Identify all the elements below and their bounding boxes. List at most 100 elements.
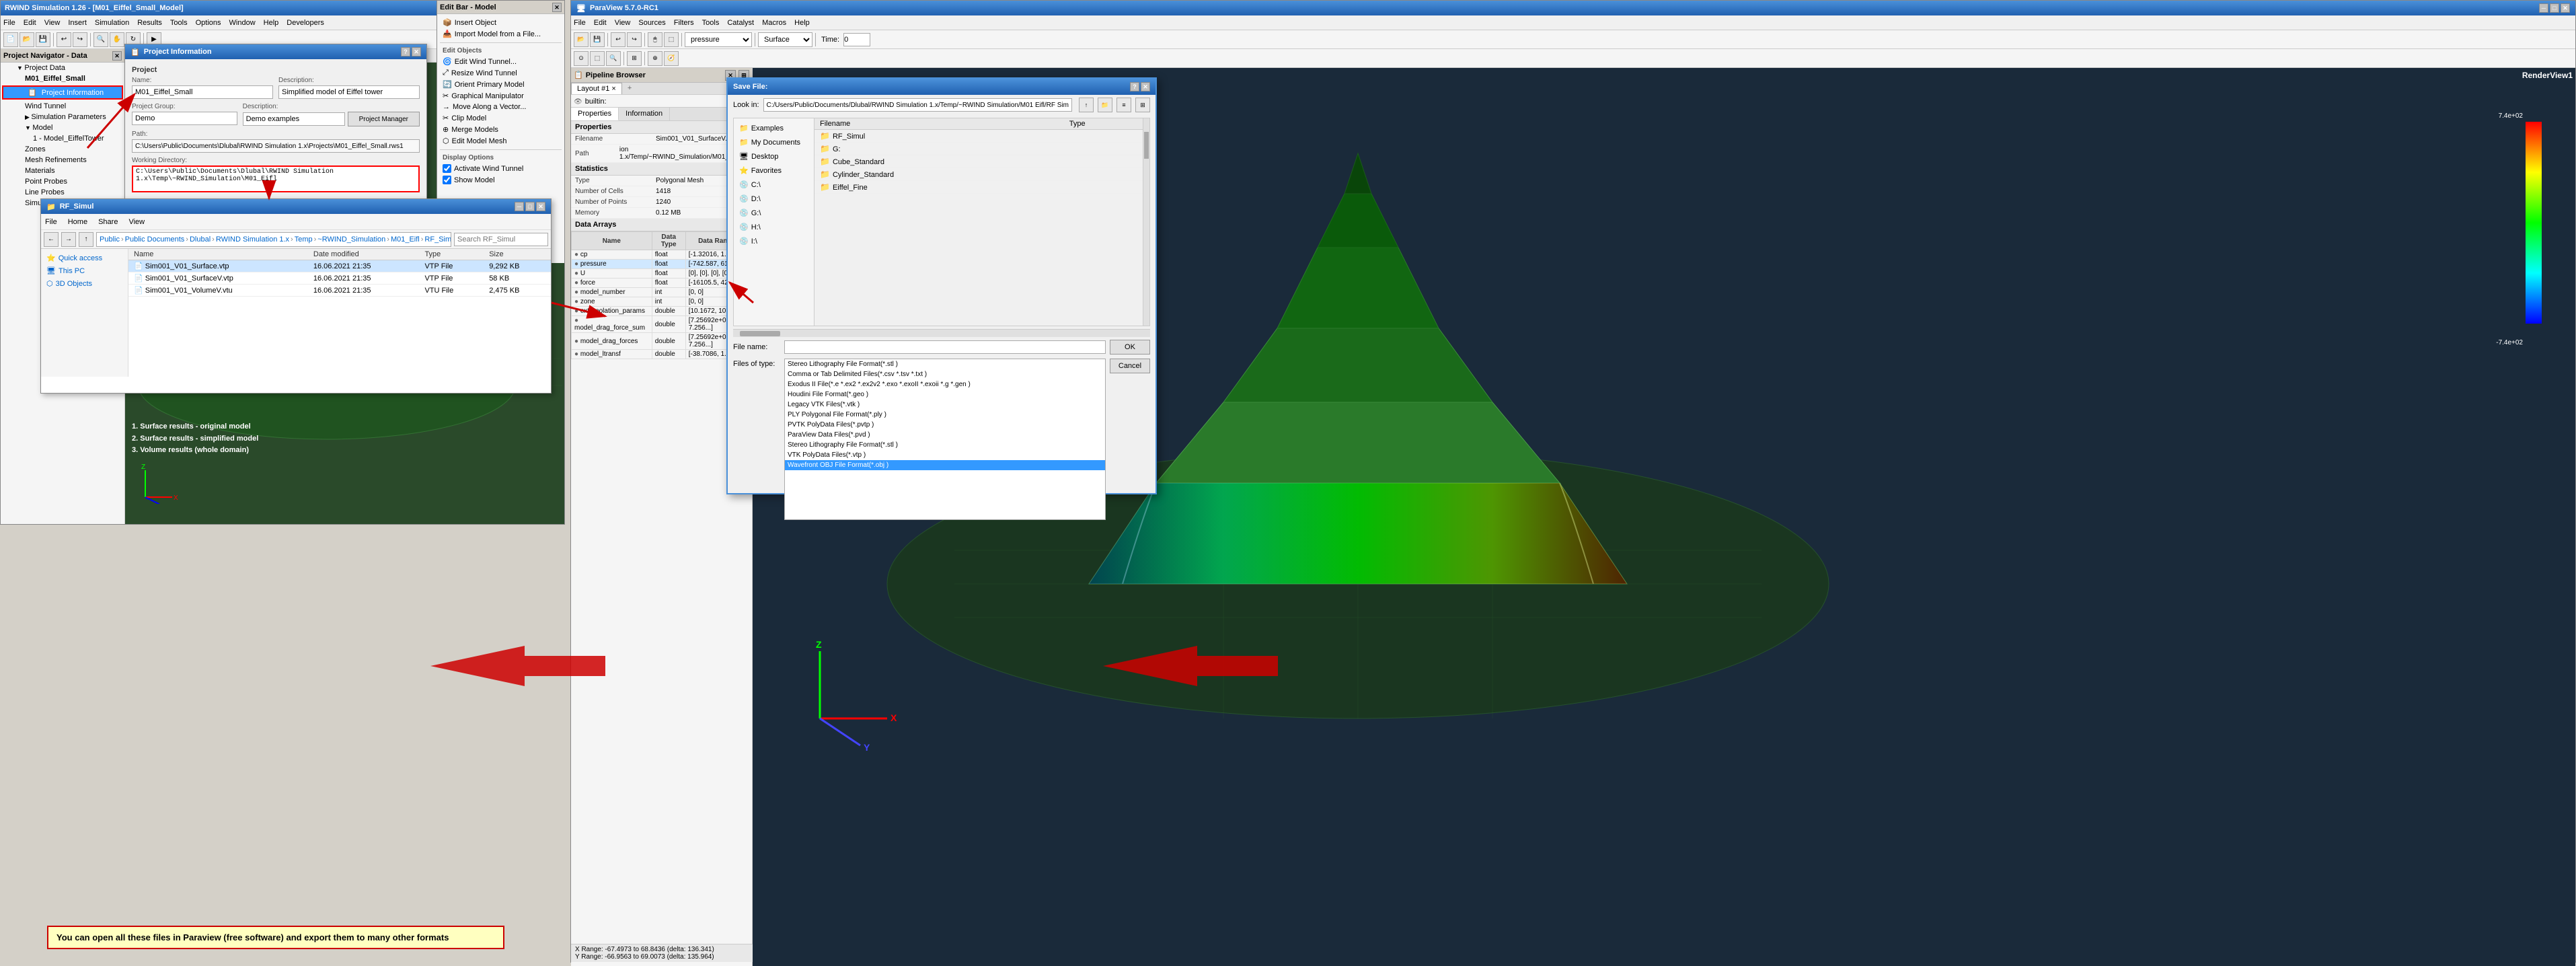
merge-models-btn[interactable]: ⊕ Merge Models bbox=[440, 124, 562, 135]
pv-undo-btn[interactable]: ↩ bbox=[611, 32, 626, 47]
tree-item-eiffel-tower[interactable]: 1 - Model_EiffelTower bbox=[1, 133, 124, 144]
show-model-checkbox[interactable] bbox=[443, 176, 451, 184]
nav-close-btn[interactable]: ✕ bbox=[112, 51, 122, 61]
bc-public[interactable]: Public bbox=[100, 235, 120, 244]
tree-item-model[interactable]: Model bbox=[1, 122, 124, 133]
sd-close[interactable]: ✕ bbox=[1141, 82, 1150, 91]
group-desc-input[interactable] bbox=[243, 112, 345, 126]
menu-view[interactable]: View bbox=[44, 19, 61, 27]
proj-manager-btn[interactable]: Project Manager bbox=[348, 112, 420, 126]
name-input[interactable] bbox=[132, 85, 273, 99]
table-row[interactable]: 📄 Sim001_V01_Surface.vtp 16.06.2021 21:3… bbox=[128, 260, 551, 272]
tree-item-materials[interactable]: Materials bbox=[1, 165, 124, 176]
workdir-input[interactable]: C:\Users\Public\Documents\Dlubal\RWIND S… bbox=[132, 165, 420, 192]
filetype-obj[interactable]: Wavefront OBJ File Format(*.obj ) bbox=[785, 460, 1105, 470]
filetype-csv[interactable]: Comma or Tab Delimited Files(*.csv *.tsv… bbox=[785, 369, 1105, 379]
pv-show-axes[interactable]: ⊕ bbox=[648, 51, 662, 66]
menu-window[interactable]: Window bbox=[229, 19, 256, 27]
bc-dlubal[interactable]: Dlubal bbox=[190, 235, 211, 244]
sd-h-thumb[interactable] bbox=[740, 331, 780, 336]
pv-reset-camera[interactable]: ⊙ bbox=[574, 51, 589, 66]
pv-interact-btn[interactable]: 🖱 bbox=[648, 32, 662, 47]
pv-time-input[interactable] bbox=[843, 33, 870, 46]
sd-i-drive[interactable]: 💿I:\ bbox=[734, 234, 814, 248]
path-input[interactable] bbox=[132, 139, 420, 153]
sd-list-btn[interactable]: ≡ bbox=[1116, 98, 1131, 112]
fe-quick-access[interactable]: ⭐ Quick access bbox=[41, 252, 128, 264]
bc-temp[interactable]: Temp bbox=[295, 235, 313, 244]
filetype-geo[interactable]: Houdini File Format(*.geo ) bbox=[785, 389, 1105, 400]
filetype-ply[interactable]: PLY Polygonal File Format(*.ply ) bbox=[785, 410, 1105, 420]
col-size[interactable]: Size bbox=[484, 249, 551, 260]
wind-tunnel-checkbox[interactable] bbox=[443, 164, 451, 173]
pv-color-var-select[interactable]: pressure cp U force bbox=[685, 32, 752, 47]
pv-menu-file[interactable]: File bbox=[574, 19, 586, 27]
pv-select-btn[interactable]: ⬚ bbox=[664, 32, 679, 47]
sd-favorites[interactable]: ⭐Favorites bbox=[734, 163, 814, 178]
bc-rf-simul[interactable]: RF_Simul bbox=[424, 235, 451, 244]
tree-item-wind-tunnel[interactable]: Wind Tunnel bbox=[1, 101, 124, 112]
fe-close[interactable]: ✕ bbox=[536, 202, 545, 211]
pv-maximize[interactable]: □ bbox=[2550, 3, 2559, 13]
graphical-manip-btn[interactable]: ✂ Graphical Manipulator bbox=[440, 90, 562, 102]
sd-h-scrollbar[interactable] bbox=[733, 329, 1150, 337]
menu-help[interactable]: Help bbox=[264, 19, 279, 27]
tree-item-sim-params[interactable]: Simulation Parameters bbox=[1, 112, 124, 122]
menu-developers[interactable]: Developers bbox=[287, 19, 324, 27]
fe-menu-home[interactable]: Home bbox=[68, 218, 87, 226]
layout-tab-1[interactable]: Layout #1 × bbox=[571, 83, 622, 94]
pv-open-btn[interactable]: 📂 bbox=[574, 32, 589, 47]
tree-item-project-information[interactable]: 📋 Project Information bbox=[3, 87, 122, 98]
fe-search-input[interactable] bbox=[454, 233, 548, 246]
sd-g-drive[interactable]: 💿G:\ bbox=[734, 206, 814, 220]
sd-h-drive[interactable]: 💿H:\ bbox=[734, 220, 814, 234]
sd-new-folder-btn[interactable]: 📁 bbox=[1098, 98, 1112, 112]
tb-pan[interactable]: ✋ bbox=[110, 32, 124, 47]
menu-results[interactable]: Results bbox=[137, 19, 162, 27]
edit-mesh-btn[interactable]: ⬡ Edit Model Mesh bbox=[440, 135, 562, 147]
sd-d-drive[interactable]: 💿D:\ bbox=[734, 192, 814, 206]
pv-close[interactable]: ✕ bbox=[2561, 3, 2570, 13]
table-row[interactable]: 📄 Sim001_V01_VolumeV.vtu 16.06.2021 21:3… bbox=[128, 285, 551, 297]
tree-item-point-probes[interactable]: Point Probes bbox=[1, 176, 124, 187]
bc-m01[interactable]: M01_Eifl bbox=[391, 235, 420, 244]
filetype-stl[interactable]: Stereo Lithography File Format(*.stl ) bbox=[785, 359, 1105, 369]
tb-save[interactable]: 💾 bbox=[36, 32, 50, 47]
activate-wind-tunnel-check[interactable]: Activate Wind Tunnel bbox=[440, 163, 562, 174]
table-row[interactable]: 📁Cylinder_Standard bbox=[815, 168, 1143, 181]
layout-tab-new[interactable]: + bbox=[622, 83, 637, 94]
edit-wind-tunnel-btn[interactable]: 🌀 Edit Wind Tunnel... bbox=[440, 56, 562, 67]
fe-minimize[interactable]: ─ bbox=[515, 202, 524, 211]
filetype-vtp[interactable]: VTK PolyData Files(*.vtp ) bbox=[785, 450, 1105, 460]
table-row[interactable]: 📁RF_Simul bbox=[815, 130, 1143, 143]
col-type[interactable]: Type bbox=[419, 249, 484, 260]
fe-maximize[interactable]: □ bbox=[525, 202, 535, 211]
menu-file[interactable]: File bbox=[3, 19, 15, 27]
pv-menu-catalyst[interactable]: Catalyst bbox=[727, 19, 754, 27]
tb-new[interactable]: 📄 bbox=[3, 32, 18, 47]
da-col-type[interactable]: Data Type bbox=[652, 232, 685, 250]
filetype-pvtp[interactable]: PVTK PolyData Files(*.pvtp ) bbox=[785, 420, 1105, 430]
bc-docs[interactable]: Public Documents bbox=[125, 235, 185, 244]
tb-zoom[interactable]: 🔍 bbox=[93, 32, 108, 47]
sd-my-docs[interactable]: 📁My Documents bbox=[734, 135, 814, 149]
menu-tools[interactable]: Tools bbox=[170, 19, 188, 27]
col-date[interactable]: Date modified bbox=[308, 249, 420, 260]
group-input[interactable] bbox=[132, 112, 237, 125]
fe-menu-view[interactable]: View bbox=[128, 218, 145, 226]
tab-information[interactable]: Information bbox=[619, 108, 670, 120]
filetype-exodus[interactable]: Exodus II File(*.e *.ex2 *.ex2v2 *.exo *… bbox=[785, 379, 1105, 389]
bc-rwind-sim[interactable]: ~RWIND_Simulation bbox=[317, 235, 385, 244]
clip-model-btn[interactable]: ✂ Clip Model bbox=[440, 112, 562, 124]
pv-representation-select[interactable]: Surface Wireframe Points bbox=[758, 32, 812, 47]
table-row[interactable]: 📁Cube_Standard bbox=[815, 155, 1143, 168]
insert-object-btn[interactable]: 📦 Insert Object bbox=[440, 17, 562, 28]
resize-wind-tunnel-btn[interactable]: ⤢ Resize Wind Tunnel bbox=[440, 67, 562, 79]
table-row[interactable]: 📁G: bbox=[815, 143, 1143, 155]
pv-show-orient[interactable]: 🧭 bbox=[664, 51, 679, 66]
fe-this-pc[interactable]: 🖥 This PC bbox=[41, 264, 128, 277]
fe-up-btn[interactable]: ↑ bbox=[79, 232, 93, 247]
sd-col-type[interactable]: Type bbox=[1064, 118, 1143, 130]
sd-desktop[interactable]: 🖥Desktop bbox=[734, 149, 814, 163]
pv-zoom-in[interactable]: 🔍 bbox=[606, 51, 621, 66]
